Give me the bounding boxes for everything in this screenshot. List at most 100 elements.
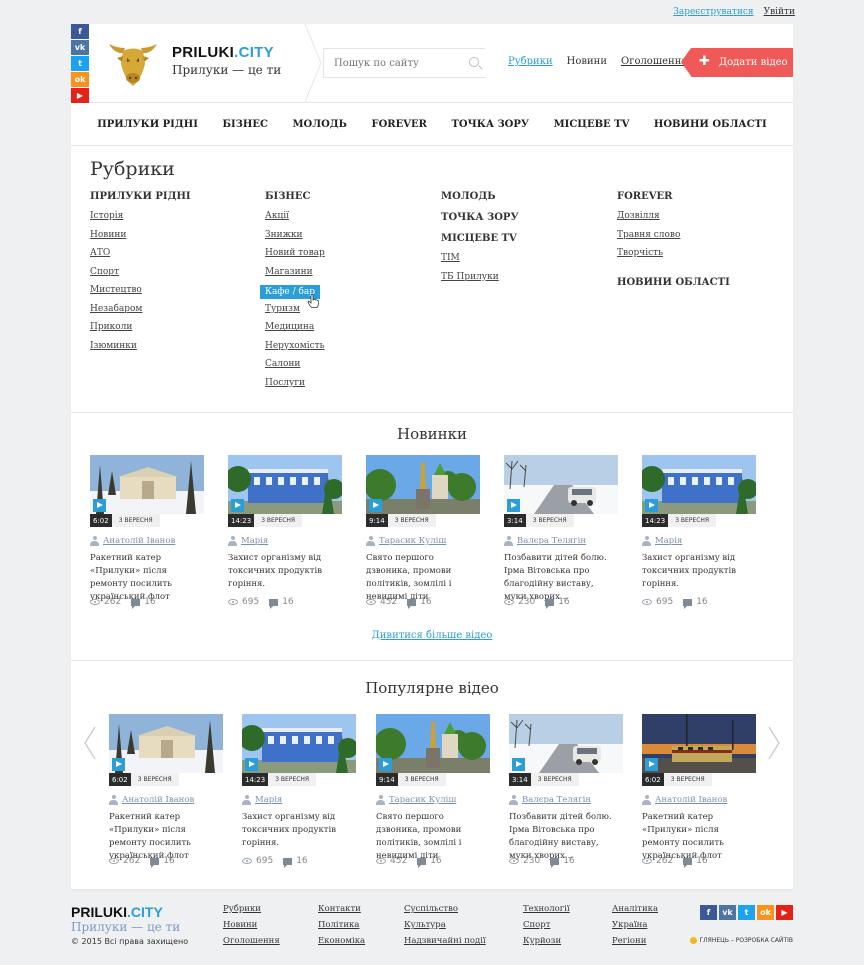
- video-author-name[interactable]: Тарасик Куліш: [379, 536, 446, 546]
- play-icon[interactable]: [512, 758, 525, 771]
- bull-logo-icon[interactable]: [105, 34, 161, 90]
- video-card[interactable]: 14:23 3 ВЕРЕСНЯ Марія Захист організму від …: [242, 714, 356, 868]
- video-card[interactable]: 6:02 3 ВЕРЕСНЯ Анатолій Іванов Ракетний кат…: [642, 714, 756, 868]
- video-card[interactable]: 14:23 3 ВЕРЕСНЯ Марія Захист організму від …: [228, 455, 342, 609]
- footer-link[interactable]: Новини: [223, 920, 280, 936]
- footer-link[interactable]: Спорт: [523, 920, 570, 936]
- footer-link[interactable]: Економіка: [318, 936, 365, 952]
- footer-link[interactable]: Політика: [318, 920, 365, 936]
- video-author[interactable]: Валєра Телягін: [504, 535, 618, 546]
- footer-link[interactable]: Культура: [404, 920, 486, 936]
- search-input[interactable]: [334, 57, 454, 69]
- play-icon[interactable]: [507, 499, 520, 512]
- footer-link[interactable]: Контакти: [318, 904, 365, 920]
- play-icon[interactable]: [112, 758, 125, 771]
- play-icon[interactable]: [231, 499, 244, 512]
- video-thumbnail[interactable]: [109, 714, 223, 773]
- category-nav-item[interactable]: МІСЦЕВЕ TV: [554, 119, 630, 130]
- rubric-link[interactable]: Нерухомість: [265, 341, 325, 351]
- video-card[interactable]: 3:14 3 ВЕРЕСНЯ Валєра Телягін Позбавити діт…: [509, 714, 623, 868]
- rubric-link[interactable]: Новий товар: [265, 248, 325, 258]
- carousel-prev-arrow-icon[interactable]: [84, 726, 96, 760]
- vk-icon[interactable]: vk: [71, 40, 89, 55]
- video-title[interactable]: Позбавити дітей болю. Ірма Вітовська про…: [509, 811, 623, 861]
- video-thumbnail[interactable]: [228, 455, 342, 514]
- video-card[interactable]: 14:23 3 ВЕРЕСНЯ Марія Захист організму від …: [642, 455, 756, 609]
- play-icon[interactable]: [379, 758, 392, 771]
- play-icon[interactable]: [245, 758, 258, 771]
- video-author-name[interactable]: Марія: [655, 536, 682, 546]
- login-link[interactable]: Увійти: [764, 7, 795, 17]
- rubric-link[interactable]: Салони: [265, 359, 300, 369]
- search-icon[interactable]: [469, 57, 479, 67]
- rubric-heading[interactable]: ПРИЛУКИ РІДНІ: [90, 191, 191, 202]
- twitter-icon[interactable]: t: [71, 56, 89, 71]
- carousel-next-arrow-icon[interactable]: [768, 726, 780, 760]
- register-link[interactable]: Зареєструватися: [673, 7, 753, 17]
- video-author-name[interactable]: Анатолій Іванов: [103, 536, 175, 546]
- twitter-icon[interactable]: t: [738, 905, 755, 920]
- rubric-heading[interactable]: FOREVER: [617, 191, 730, 202]
- rubric-link[interactable]: Знижки: [265, 230, 303, 240]
- video-author[interactable]: Анатолій Іванов: [90, 535, 204, 546]
- footer-link[interactable]: Технології: [523, 904, 570, 920]
- video-title[interactable]: Ракетний катер «Прилуки» після ремонту п…: [90, 552, 204, 602]
- header-nav-news[interactable]: Новини: [567, 56, 607, 67]
- rubric-heading[interactable]: МОЛОДЬ: [441, 191, 519, 202]
- play-icon[interactable]: [645, 499, 658, 512]
- video-author-name[interactable]: Марія: [241, 536, 268, 546]
- rubric-heading[interactable]: НОВИНИ ОБЛАСТІ: [617, 277, 730, 288]
- video-title[interactable]: Ракетний катер «Прилуки» після ремонту п…: [109, 811, 223, 861]
- category-nav-item[interactable]: БІЗНЕС: [222, 119, 267, 130]
- video-author-name[interactable]: Валєра Телягін: [517, 536, 586, 546]
- rubric-link[interactable]: Незабаром: [90, 304, 142, 314]
- video-title[interactable]: Ракетний катер «Прилуки» після ремонту п…: [642, 811, 756, 861]
- youtube-icon[interactable]: ▶: [71, 88, 89, 103]
- rubric-link[interactable]: TIM: [441, 253, 460, 263]
- facebook-icon[interactable]: f: [700, 905, 717, 920]
- video-author[interactable]: Марія: [242, 794, 356, 805]
- rubric-link[interactable]: Приколи: [90, 322, 132, 332]
- video-thumbnail[interactable]: [504, 455, 618, 514]
- video-author[interactable]: Анатолій Іванов: [109, 794, 223, 805]
- video-author-name[interactable]: Анатолій Іванов: [655, 795, 727, 805]
- video-author[interactable]: Валєра Телягін: [509, 794, 623, 805]
- video-author[interactable]: Марія: [642, 535, 756, 546]
- footer-link[interactable]: Надзвичайні події: [404, 936, 486, 952]
- rubric-link[interactable]: АТО: [90, 248, 110, 258]
- video-thumbnail[interactable]: [242, 714, 356, 773]
- footer-link[interactable]: Україна: [612, 920, 658, 936]
- video-author[interactable]: Анатолій Іванов: [642, 794, 756, 805]
- rubric-link[interactable]: Послуги: [265, 378, 305, 388]
- footer-logo[interactable]: PRILUKI.CITY: [71, 904, 163, 920]
- video-author[interactable]: Тарасик Куліш: [376, 794, 490, 805]
- more-videos-link[interactable]: Дивитися більше відео: [71, 630, 793, 641]
- video-title[interactable]: Захист організму від токсичних продуктів…: [228, 552, 342, 591]
- footer-link[interactable]: Регіони: [612, 936, 658, 952]
- rubric-link[interactable]: Ізюминки: [90, 341, 137, 351]
- rubric-link[interactable]: Історія: [90, 211, 123, 221]
- video-title[interactable]: Позбавити дітей болю. Ірма Вітовська про…: [504, 552, 618, 602]
- video-thumbnail[interactable]: [90, 455, 204, 514]
- rubric-link[interactable]: Творчість: [617, 248, 663, 258]
- footer-link[interactable]: Аналітика: [612, 904, 658, 920]
- video-card[interactable]: 3:14 3 ВЕРЕСНЯ Валєра Телягін Позбавити діт…: [504, 455, 618, 609]
- video-author-name[interactable]: Тарасик Куліш: [389, 795, 456, 805]
- video-card[interactable]: 6:02 3 ВЕРЕСНЯ Анатолій Іванов Ракетний кат…: [90, 455, 204, 609]
- category-nav-item[interactable]: FOREVER: [371, 119, 426, 130]
- category-nav-item[interactable]: НОВИНИ ОБЛАСТІ: [654, 119, 767, 130]
- header-nav-ads[interactable]: Оголошення: [621, 56, 688, 67]
- rubric-link[interactable]: Дозвілля: [617, 211, 660, 221]
- footer-link[interactable]: Рубрики: [223, 904, 280, 920]
- rubric-heading[interactable]: МІСЦЕВЕ TV: [441, 233, 519, 244]
- site-logo[interactable]: PRILUKI.CITY Прилуки — це ти: [172, 44, 281, 77]
- rubric-link[interactable]: Новини: [90, 230, 126, 240]
- video-thumbnail[interactable]: [642, 455, 756, 514]
- odnoklassniki-icon[interactable]: ok: [757, 905, 774, 920]
- rubric-link[interactable]: ТБ Прилуки: [441, 272, 499, 282]
- video-thumbnail[interactable]: [376, 714, 490, 773]
- rubric-link[interactable]: Медицина: [265, 322, 314, 332]
- rubric-link[interactable]: Акції: [265, 211, 289, 221]
- vk-icon[interactable]: vk: [719, 905, 736, 920]
- developer-credit[interactable]: ГЛЯНЕЦЬ – РОЗРОБКА САЙТІВ: [689, 937, 793, 944]
